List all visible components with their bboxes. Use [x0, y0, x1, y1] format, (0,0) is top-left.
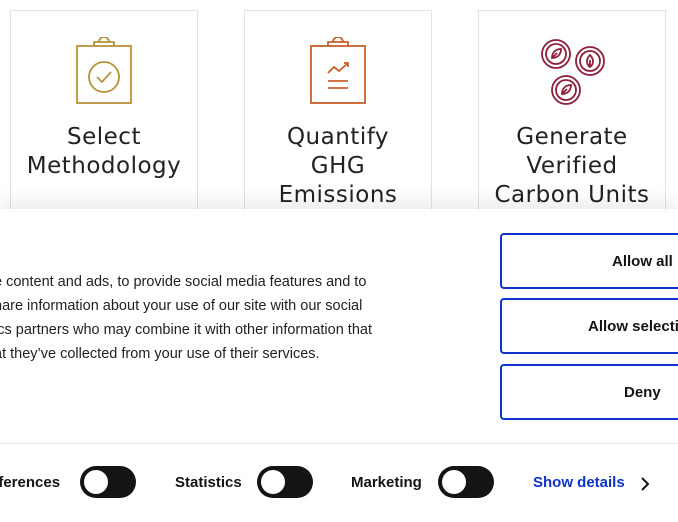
preferences-toggle[interactable] [80, 466, 136, 498]
allow-all-label: Allow all [612, 253, 673, 270]
cookie-description-line: ics partners who may combine it with oth… [0, 322, 372, 338]
card-title: Quantify GHG Emissions [278, 124, 398, 208]
statistics-label: Statistics [175, 474, 242, 491]
allow-selection-button[interactable]: Allow selecti [500, 298, 678, 354]
step-card-select-methodology: Select Methodology [10, 10, 198, 210]
divider [0, 443, 678, 444]
allow-selection-label: Allow selecti [588, 318, 678, 335]
clipboard-chart-icon [310, 37, 366, 104]
deny-button[interactable]: Deny [500, 364, 678, 420]
show-details-link[interactable]: Show details [533, 474, 625, 491]
card-title: Select Methodology [26, 124, 182, 179]
deny-label: Deny [624, 384, 661, 401]
toggle-knob [84, 470, 108, 494]
preferences-label: eferences [0, 474, 61, 491]
step-card-quantify-ghg: Quantify GHG Emissions [244, 10, 432, 210]
cookie-description-line: at they’ve collected from your use of th… [0, 346, 320, 362]
cookie-description-line: e content and ads, to provide social med… [0, 274, 367, 290]
step-card-generate-carbon-units: Generate Verified Carbon Units [478, 10, 666, 210]
allow-all-button[interactable]: Allow all [500, 233, 678, 289]
toggle-knob [261, 470, 285, 494]
marketing-label: Marketing [351, 474, 422, 491]
cookie-description-line: hare information about your use of our s… [0, 298, 363, 314]
cookie-description: e content and ads, to provide social med… [0, 270, 444, 366]
statistics-toggle[interactable] [257, 466, 313, 498]
card-title: Generate Verified Carbon Units [494, 124, 650, 208]
clipboard-check-icon [76, 37, 132, 104]
chevron-right-icon[interactable] [640, 477, 650, 491]
cookie-consent-dialog: e content and ads, to provide social med… [0, 209, 678, 522]
toggle-knob [442, 470, 466, 494]
marketing-toggle[interactable] [438, 466, 494, 498]
carbon-coins-icon [541, 39, 605, 105]
consent-toggles-bar: eferences Statistics Marketing Show deta… [0, 463, 678, 503]
background-page: Select Methodology Quantify GHG Emission… [0, 0, 678, 210]
